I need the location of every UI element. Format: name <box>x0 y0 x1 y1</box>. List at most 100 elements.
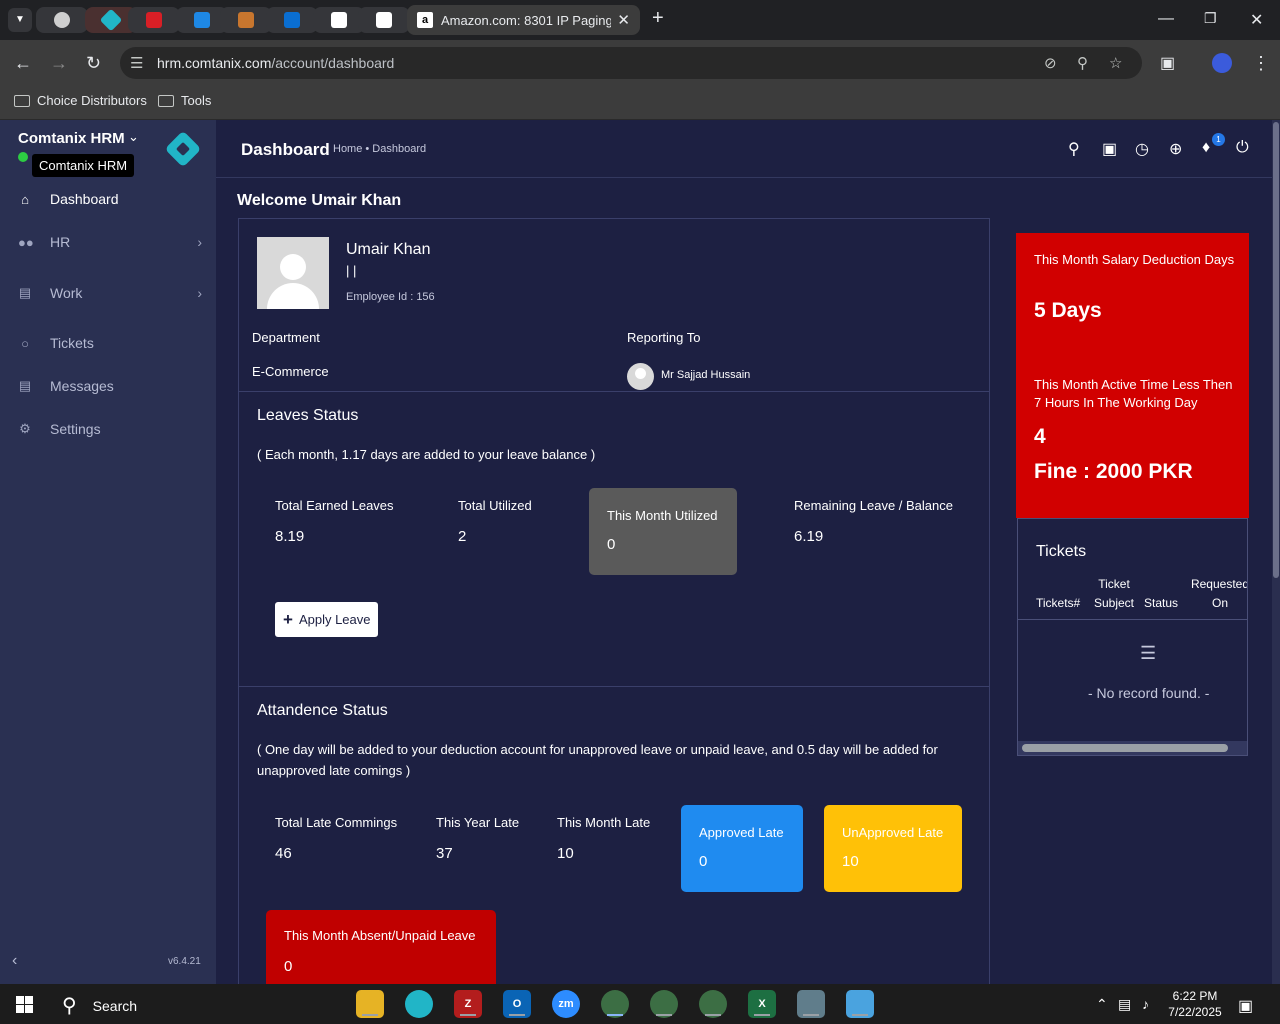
chrome-icon[interactable] <box>650 990 678 1018</box>
g-icon <box>194 12 210 28</box>
bookmark-choice-distributors[interactable]: Choice Distributors <box>14 93 147 108</box>
close-tab-icon[interactable]: ✕ <box>617 11 630 29</box>
site-info-icon[interactable]: ☰ <box>130 54 143 72</box>
extensions-icon[interactable]: ▣ <box>1160 53 1175 73</box>
add-circle-icon[interactable]: ⊕ <box>1169 139 1182 159</box>
chrome-icon[interactable] <box>699 990 727 1018</box>
notepad-icon[interactable] <box>846 990 874 1018</box>
sidebar-item-dashboard[interactable]: ⌂ Dashboard <box>0 179 216 219</box>
back-icon[interactable]: ← <box>14 53 32 74</box>
stat-value: 2 <box>458 528 467 545</box>
bookmark-label: Tools <box>181 93 212 108</box>
department-value: E-Commerce <box>252 364 329 379</box>
power-icon[interactable]: ⏻ <box>1236 139 1249 157</box>
tab-ec[interactable] <box>266 7 318 33</box>
filezilla-icon[interactable]: Z <box>454 990 482 1018</box>
apply-leave-button[interactable]: + Apply Leave <box>275 602 378 637</box>
reporting-to-label: Reporting To <box>627 330 701 345</box>
folder-icon <box>14 94 30 107</box>
divider <box>239 686 989 687</box>
zoom-icon[interactable]: ⚲ <box>1077 54 1088 72</box>
approved-late-box: Approved Late 0 <box>681 805 803 892</box>
taskbar-search[interactable]: ⚲ Search <box>62 993 137 1018</box>
file-explorer-icon[interactable] <box>356 990 384 1018</box>
employee-panel: Umair Khan | | Employee Id : 156 Departm… <box>238 218 990 998</box>
active-tab[interactable]: a Amazon.com: 8301 IP Paging A ✕ <box>407 5 640 35</box>
sidebar-item-tickets[interactable]: ○ Tickets <box>0 323 216 363</box>
chrome-icon[interactable] <box>601 990 629 1018</box>
search-icon[interactable]: ⚲ <box>1068 139 1080 159</box>
eye-off-icon[interactable]: ⊘ <box>1044 54 1057 72</box>
stat-value: 0 <box>699 853 708 870</box>
tickets-scrollbar[interactable] <box>1018 741 1247 755</box>
scrollbar-thumb[interactable] <box>1022 744 1228 752</box>
stat-label: Total Utilized <box>458 498 532 513</box>
network-icon[interactable]: ▤ <box>1118 996 1131 1013</box>
column-header[interactable]: Status <box>1144 594 1178 613</box>
url-path: /account/dashboard <box>271 55 395 71</box>
stat-value: 37 <box>436 845 453 862</box>
reload-icon[interactable]: ↻ <box>86 53 101 74</box>
sidebar-item-work[interactable]: ▤ Work › <box>0 273 216 313</box>
unapproved-late-box: UnApproved Late 10 <box>824 805 962 892</box>
new-tab-button[interactable]: + <box>652 7 664 30</box>
tab-dh[interactable] <box>128 7 180 33</box>
collapse-sidebar-icon[interactable]: ‹ <box>12 952 17 970</box>
zoom-app-icon[interactable]: zm <box>552 990 580 1018</box>
url-input[interactable]: ☰ hrm.comtanix.com/account/dashboard ⊘ ⚲… <box>120 47 1142 79</box>
sidebar-item-settings[interactable]: ⚙ Settings <box>0 409 216 449</box>
column-header[interactable]: Tickets# <box>1036 594 1080 613</box>
volume-icon[interactable]: ♪ <box>1142 996 1149 1012</box>
taskbar-clock[interactable]: 6:22 PM 7/22/2025 <box>1160 988 1230 1020</box>
sidebar-item-hr[interactable]: ●● HR › <box>0 222 216 262</box>
bookmark-tools[interactable]: Tools <box>158 93 211 108</box>
sidebar-item-label: HR <box>50 234 71 250</box>
calculator-icon[interactable] <box>797 990 825 1018</box>
outlook-icon[interactable]: O <box>503 990 531 1018</box>
brand-name[interactable]: Comtanix HRM <box>18 130 125 147</box>
app-version: v6.4.21 <box>168 956 201 967</box>
column-header[interactable]: Ticket Subject <box>1090 575 1138 613</box>
url-host: hrm.comtanix.com <box>157 55 272 71</box>
tab-box[interactable] <box>220 7 272 33</box>
stat-label: This Month Late <box>557 815 651 830</box>
close-window-button[interactable]: ✕ <box>1250 10 1263 30</box>
plus-icon: + <box>283 609 293 629</box>
stat-value: 8.19 <box>275 528 305 545</box>
page-title: Dashboard <box>241 140 330 159</box>
leaves-status-title: Leaves Status <box>257 407 359 424</box>
users-icon: ●● <box>18 234 34 250</box>
profile-avatar[interactable] <box>1212 53 1232 73</box>
apply-leave-label: Apply Leave <box>298 612 371 627</box>
chevron-down-icon[interactable]: ⌄ <box>128 129 139 145</box>
notes-icon[interactable]: ▣ <box>1102 139 1117 159</box>
tab-amazon-2[interactable] <box>358 7 410 33</box>
employee-name: Umair Khan <box>346 241 431 258</box>
star-icon[interactable]: ☆ <box>1109 54 1122 72</box>
bell-icon[interactable]: ♦ <box>1202 139 1210 157</box>
menu-icon[interactable]: ⋮ <box>1252 53 1270 74</box>
divider <box>1018 619 1247 620</box>
tickets-title: Tickets <box>1036 543 1087 560</box>
message-icon: ▤ <box>18 378 32 393</box>
scrollbar-thumb[interactable] <box>1273 122 1279 578</box>
chevron-right-icon: › <box>197 234 202 250</box>
column-header[interactable]: Requested On <box>1184 575 1247 613</box>
minimize-button[interactable]: — <box>1158 10 1174 28</box>
forward-icon[interactable]: → <box>50 53 68 74</box>
restore-button[interactable]: ❐ <box>1204 10 1217 27</box>
tab-chatgpt[interactable] <box>36 7 88 33</box>
empty-state: - No record found. - <box>1088 685 1210 701</box>
chevron-up-icon[interactable]: ⌃ <box>1096 996 1108 1013</box>
amazon-icon: a <box>417 12 433 28</box>
comtanix-app-icon[interactable] <box>405 990 433 1018</box>
sidebar-item-label: Settings <box>50 421 101 437</box>
sidebar-item-messages[interactable]: ▤ Messages <box>0 366 216 406</box>
clock-icon[interactable]: ◷ <box>1135 139 1149 159</box>
stat-label: This Month Utilized <box>607 508 718 523</box>
tab-search-button[interactable]: ▼ <box>8 8 32 32</box>
excel-icon[interactable]: X <box>748 990 776 1018</box>
notification-center-icon[interactable]: ▣ <box>1238 996 1253 1016</box>
windows-start-icon[interactable] <box>16 996 33 1013</box>
page-scrollbar[interactable] <box>1272 120 1280 984</box>
